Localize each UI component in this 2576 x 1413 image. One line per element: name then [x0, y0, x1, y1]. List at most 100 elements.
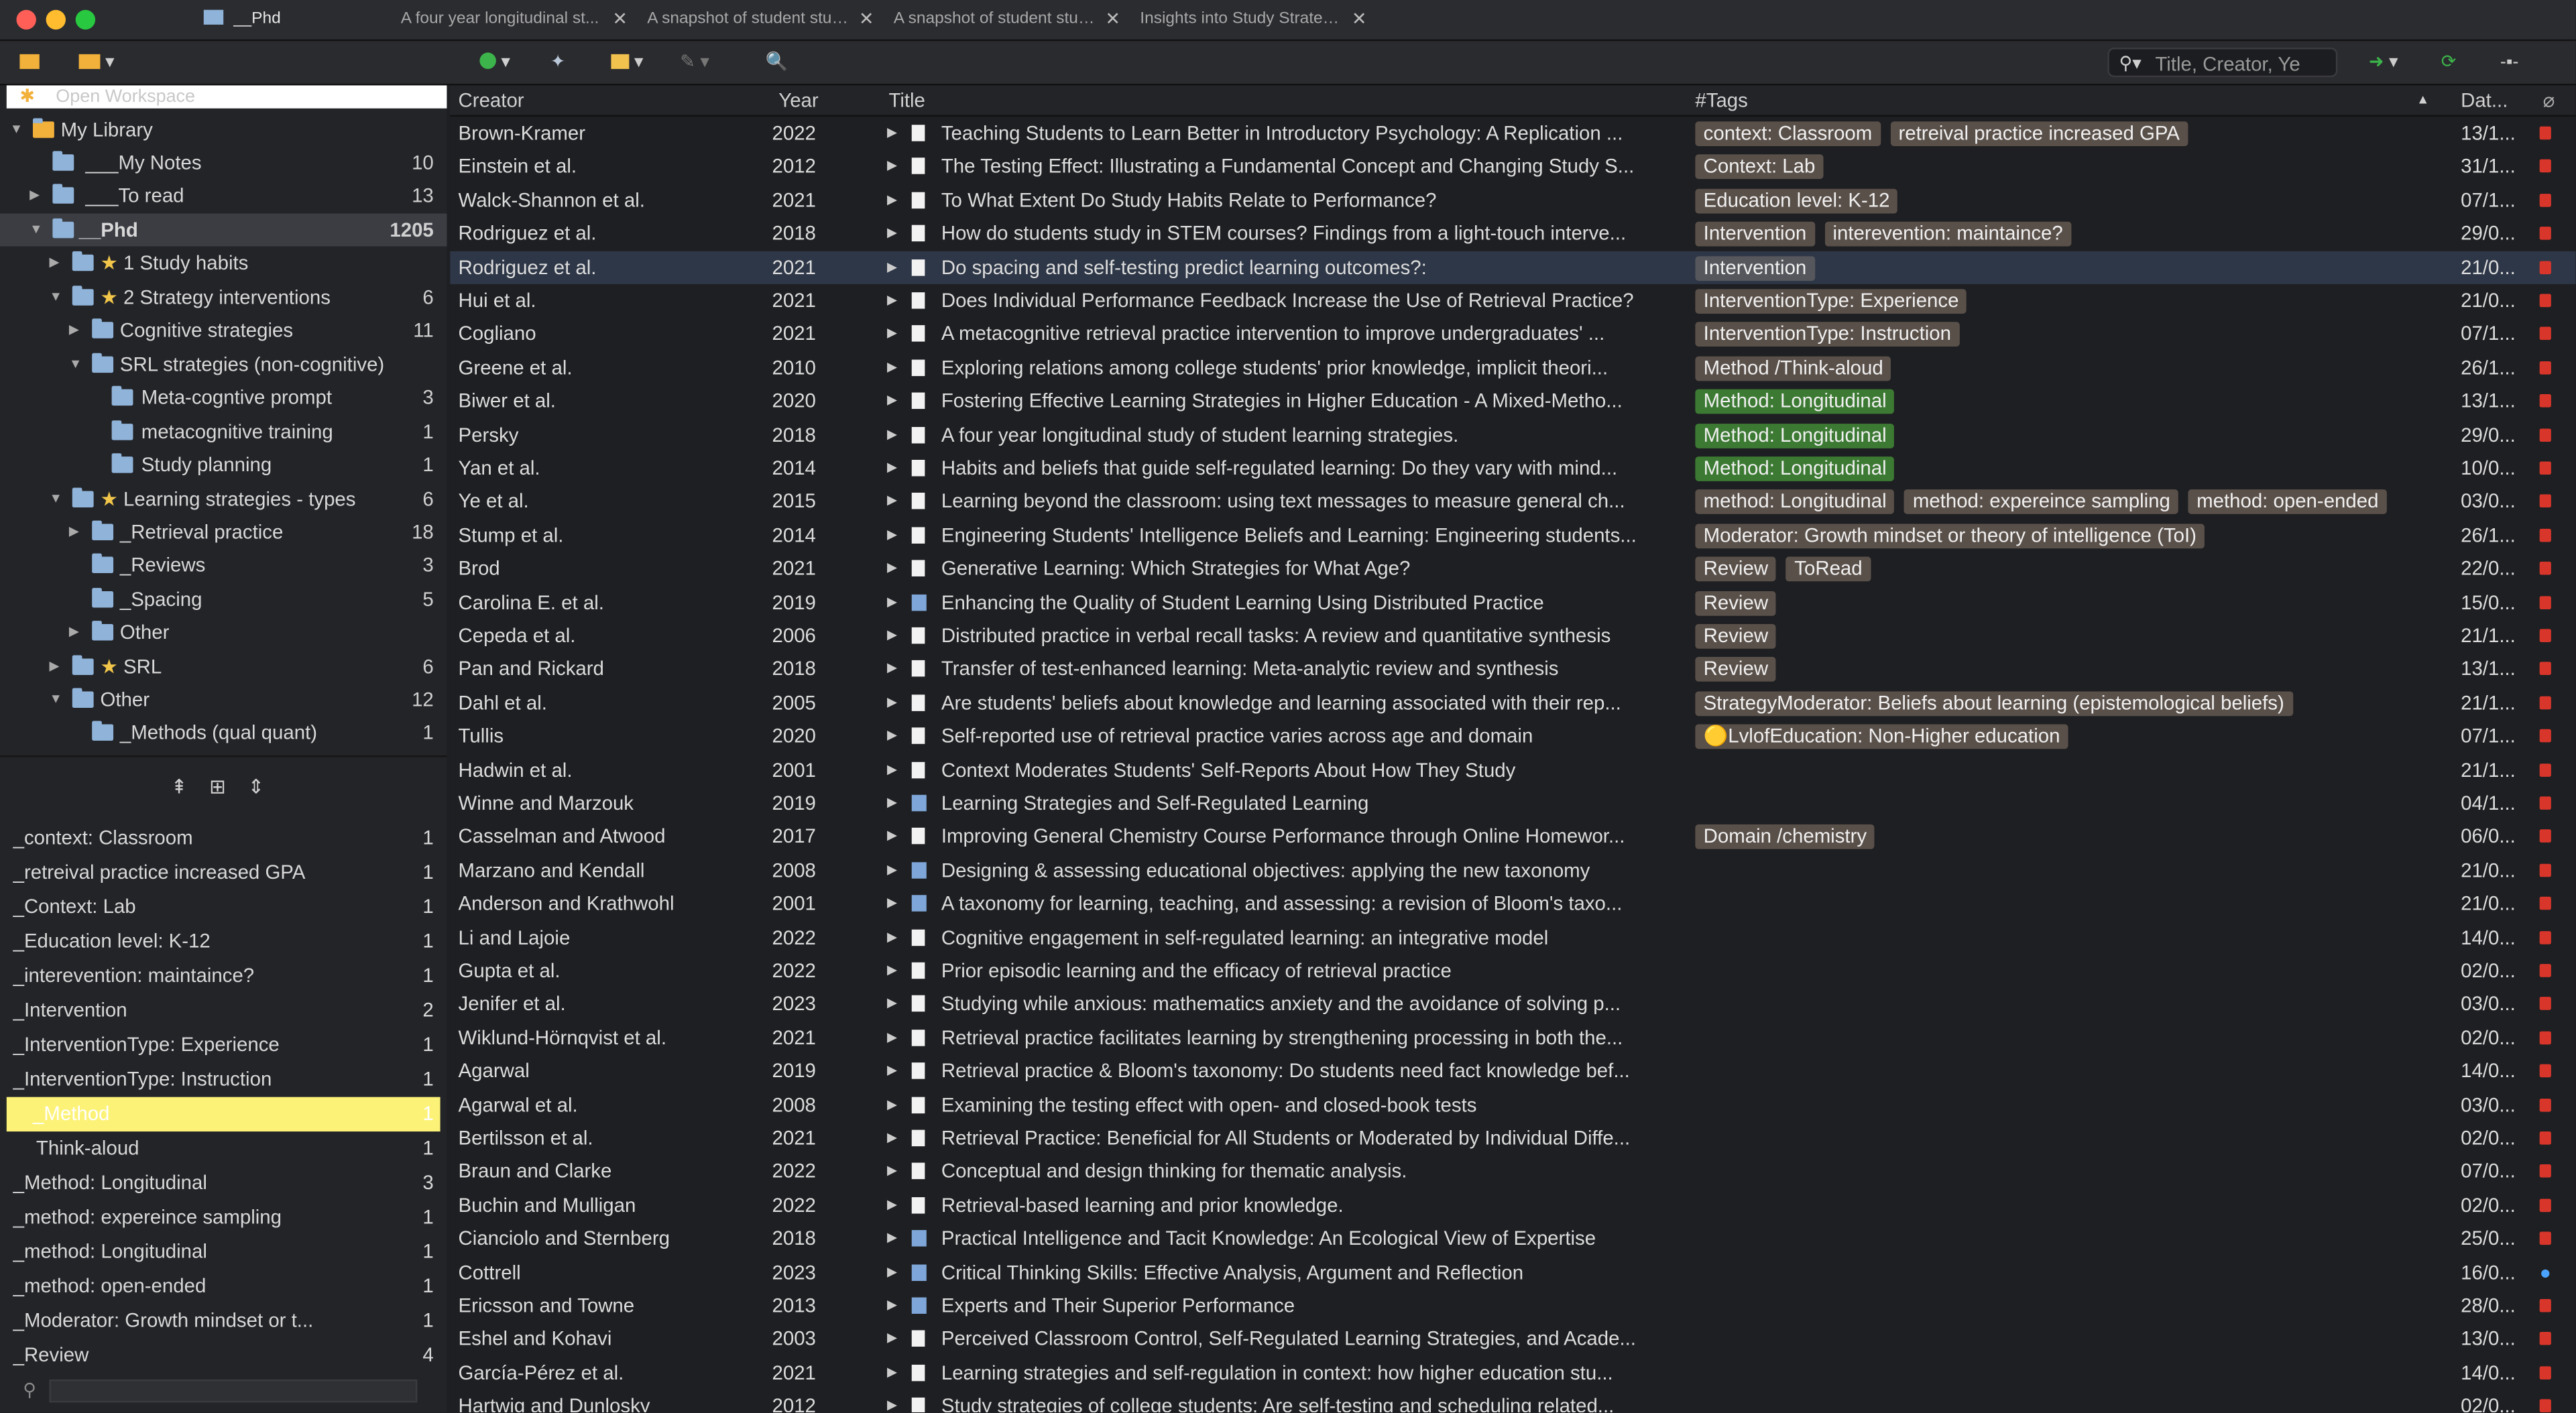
- tag-item[interactable]: _retreival practice increased GPA 1: [0, 855, 447, 889]
- expand-row-icon[interactable]: ▶: [887, 519, 897, 552]
- expand-row-icon[interactable]: ▶: [887, 586, 897, 619]
- expand-row-icon[interactable]: ▶: [887, 217, 897, 250]
- table-row[interactable]: Marzano and Kendall 2008 ▶ Designing & asse…: [450, 854, 2575, 887]
- table-row[interactable]: Brod 2021 ▶ Generative Learning: Which Stra…: [450, 552, 2575, 586]
- pdf-attachment-icon[interactable]: [2539, 294, 2551, 308]
- expand-row-icon[interactable]: ▶: [887, 351, 897, 384]
- expanded-arrow-icon[interactable]: ▼: [50, 683, 62, 716]
- expand-row-icon[interactable]: ▶: [887, 987, 897, 1020]
- tree-item-srl-strategies[interactable]: ▼ SRL strategies (non-cognitive): [0, 348, 447, 381]
- table-row[interactable]: Agarwal 2019 ▶ Retrieval practice & Bloom's…: [450, 1054, 2575, 1088]
- tag-item[interactable]: _interevention: maintaince? 1: [0, 959, 447, 993]
- tag-pill[interactable]: ToRead: [1786, 557, 1871, 582]
- pane-divider[interactable]: [0, 755, 447, 757]
- tag-pill[interactable]: Method: Longitudinal: [1695, 456, 1895, 481]
- tab-library[interactable]: __Phd: [178, 0, 392, 40]
- tree-item-retrieval-practice[interactable]: ▶ _Retrieval practice 18: [0, 515, 447, 548]
- tree-item-srl[interactable]: ▶ ★ SRL 6: [0, 650, 447, 683]
- tag-pill[interactable]: Domain /chemistry: [1695, 824, 1875, 850]
- pdf-attachment-icon[interactable]: [2539, 1365, 2551, 1379]
- expanded-arrow-icon[interactable]: ▼: [30, 214, 42, 247]
- tree-item-my-library[interactable]: ▼ My Library: [0, 113, 447, 146]
- tab-document-4[interactable]: Insights into Study Strategi... ✕: [1130, 0, 1377, 40]
- table-row[interactable]: Braun and Clarke 2022 ▶ Conceptual and desi…: [450, 1155, 2575, 1188]
- tag-pill[interactable]: Moderator: Growth mindset or theory of i…: [1695, 524, 2205, 548]
- expand-row-icon[interactable]: ▶: [887, 854, 897, 887]
- open-workspace-button[interactable]: ✱ Open Workspace: [6, 85, 447, 109]
- tree-item-strategy-interventions[interactable]: ▼ ★ 2 Strategy interventions 6: [0, 281, 447, 314]
- pdf-attachment-icon[interactable]: [2539, 394, 2551, 408]
- new-note-button[interactable]: ▾: [611, 48, 643, 77]
- tag-pill[interactable]: method: expereince sampling: [1904, 490, 2179, 515]
- close-tab-icon[interactable]: ✕: [859, 0, 874, 40]
- collapsed-arrow-icon[interactable]: ▶: [69, 515, 79, 548]
- tag-pill[interactable]: method: open-ended: [2188, 490, 2387, 515]
- tree-item-reviews[interactable]: _Reviews 3: [0, 548, 447, 581]
- table-row[interactable]: Agarwal et al. 2008 ▶ Examining the testing…: [450, 1088, 2575, 1121]
- tag-item[interactable]: _Review 4: [0, 1339, 447, 1373]
- column-header-year[interactable]: Year: [778, 85, 818, 115]
- close-tab-icon[interactable]: ✕: [612, 0, 628, 40]
- tag-pill[interactable]: Review: [1695, 557, 1777, 582]
- advanced-search-button[interactable]: 🔍: [766, 48, 788, 77]
- pane-toggle-button[interactable]: -▪-: [2500, 48, 2519, 77]
- tag-pill[interactable]: method: Longitudinal: [1695, 490, 1895, 515]
- tag-item[interactable]: _Method: Longitudinal 3: [0, 1166, 447, 1201]
- pdf-attachment-icon[interactable]: [2539, 696, 2551, 709]
- pdf-attachment-icon[interactable]: [2539, 964, 2551, 977]
- table-row[interactable]: Ericsson and Towne 2013 ▶ Experts and Their…: [450, 1289, 2575, 1323]
- tag-filter-input[interactable]: [49, 1379, 418, 1403]
- expand-row-icon[interactable]: ▶: [887, 1222, 897, 1255]
- expanded-arrow-icon[interactable]: ▼: [50, 483, 62, 515]
- expand-row-icon[interactable]: ▶: [887, 552, 897, 585]
- tag-pill[interactable]: Method /Think-aloud: [1695, 356, 1891, 381]
- pdf-attachment-icon[interactable]: [2539, 528, 2551, 542]
- table-row[interactable]: Eshel and Kohavi 2003 ▶ Perceived Classroom…: [450, 1323, 2575, 1356]
- expand-row-icon[interactable]: ▶: [887, 117, 897, 149]
- expand-row-icon[interactable]: ▶: [887, 787, 897, 820]
- expand-row-icon[interactable]: ▶: [887, 1054, 897, 1087]
- expand-row-icon[interactable]: ▶: [887, 284, 897, 317]
- expand-row-icon[interactable]: ▶: [887, 820, 897, 853]
- tab-document-1[interactable]: A four year longitudinal st... ✕: [391, 0, 638, 40]
- tag-pill[interactable]: Method: Longitudinal: [1695, 423, 1895, 448]
- table-row[interactable]: Cogliano 2021 ▶ A metacognitive retrieval p…: [450, 318, 2575, 351]
- pdf-attachment-icon[interactable]: [2539, 930, 2551, 944]
- close-tab-icon[interactable]: ✕: [1352, 0, 1367, 40]
- tag-item[interactable]: _Education level: K-12 1: [0, 924, 447, 959]
- tree-item-methods-qual-quant[interactable]: _Methods (qual quant) 1: [0, 716, 447, 749]
- pdf-attachment-icon[interactable]: [2539, 863, 2551, 877]
- tag-pill[interactable]: Review: [1695, 591, 1777, 615]
- expand-row-icon[interactable]: ▶: [887, 1255, 897, 1288]
- tag-pill[interactable]: Intervention: [1695, 222, 1815, 247]
- locate-button[interactable]: ➜ ▾: [2369, 48, 2398, 77]
- expand-row-icon[interactable]: ▶: [887, 1390, 897, 1412]
- expand-row-icon[interactable]: ▶: [887, 1323, 897, 1355]
- table-row[interactable]: Wiklund-Hörnqvist et al. 2021 ▶ Retrieval p…: [450, 1021, 2575, 1054]
- tree-item-metacognitive-training[interactable]: metacognitive training 1: [0, 416, 447, 448]
- pdf-attachment-icon[interactable]: [2539, 1098, 2551, 1111]
- tag-item[interactable]: _context: Classroom 1: [0, 821, 447, 855]
- tag-pill[interactable]: Intervention: [1695, 255, 1815, 280]
- expand-row-icon[interactable]: ▶: [887, 150, 897, 183]
- expand-row-icon[interactable]: ▶: [887, 184, 897, 217]
- table-row[interactable]: Biwer et al. 2020 ▶ Fostering Effective Lea…: [450, 385, 2575, 418]
- new-item-button[interactable]: ▾: [479, 48, 510, 77]
- pdf-attachment-icon[interactable]: [2539, 830, 2551, 843]
- sync-button[interactable]: ⟳: [2441, 48, 2457, 77]
- pdf-attachment-icon[interactable]: [2539, 1131, 2551, 1145]
- table-row[interactable]: Greene et al. 2010 ▶ Exploring relations am…: [450, 351, 2575, 385]
- expand-row-icon[interactable]: ▶: [887, 920, 897, 953]
- sort-tags-icon[interactable]: ⇞: [171, 775, 188, 798]
- pdf-attachment-icon[interactable]: [2539, 796, 2551, 810]
- column-header-creator[interactable]: Creator: [459, 85, 524, 115]
- tag-pill[interactable]: InterventionType: Experience: [1695, 289, 1967, 314]
- tag-pill[interactable]: 🟡LvlofEducation: Non-Higher education: [1695, 724, 2068, 749]
- expand-row-icon[interactable]: ▶: [887, 686, 897, 719]
- zoom-window-button[interactable]: [75, 9, 96, 30]
- table-row[interactable]: Bertilsson et al. 2021 ▶ Retrieval Practice…: [450, 1121, 2575, 1155]
- table-row[interactable]: García-Pérez et al. 2021 ▶ Learning strateg…: [450, 1356, 2575, 1390]
- attachment-dot-icon[interactable]: [2541, 1268, 2550, 1278]
- pdf-attachment-icon[interactable]: [2539, 160, 2551, 174]
- table-row[interactable]: Rodriguez et al. 2021 ▶ Do spacing and self…: [450, 250, 2576, 284]
